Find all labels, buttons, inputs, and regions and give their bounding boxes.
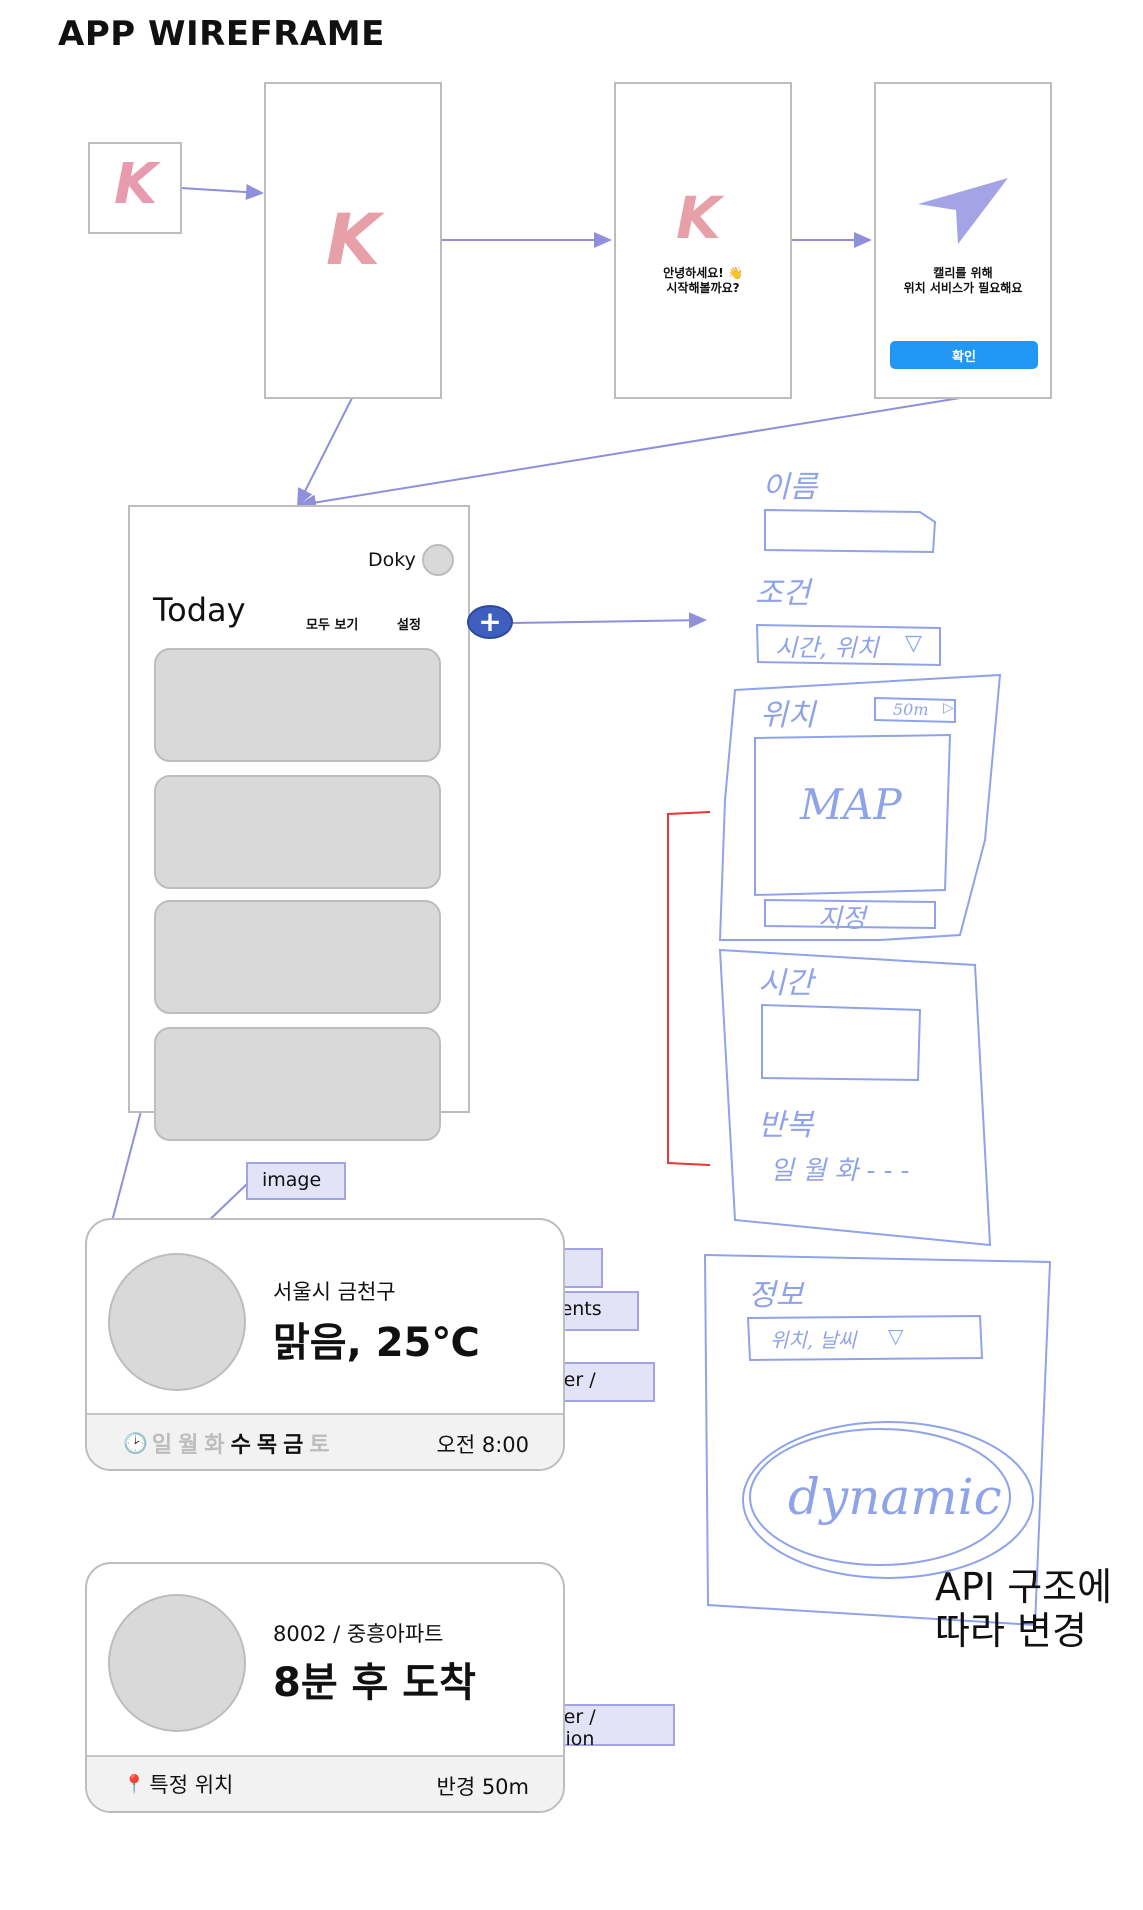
card-trigger-bar: 🕑 일 월 화 수 목 금 토 오전 8:00 — [87, 1413, 563, 1469]
card-contents: 8분 후 도착 — [273, 1660, 476, 1706]
card-image-placeholder — [108, 1253, 246, 1391]
sketch-location-label: 위치 — [760, 698, 816, 733]
add-button[interactable]: + — [467, 605, 513, 639]
sketch-condition-label: 조건 — [755, 576, 811, 611]
sketch-time-label: 시간 — [758, 966, 814, 1001]
pin-icon: 📍 — [123, 1773, 146, 1795]
card-trigger-bar: 📍 특정 위치 반경 50m — [87, 1755, 563, 1811]
today-card-placeholder[interactable] — [154, 900, 441, 1014]
clock-icon: 🕑 — [123, 1431, 148, 1455]
sketch-distance: 50m — [893, 700, 929, 719]
sketch-set-point: 지정 — [818, 904, 866, 934]
paper-plane-icon — [918, 178, 1008, 244]
location-trigger: 📍 특정 위치 — [123, 1769, 233, 1799]
welcome-text: 안녕하세요! 👋 시작해볼까요? — [663, 266, 743, 295]
sketch-time-box — [761, 1003, 922, 1082]
chevron-down-icon: ▽ — [888, 1324, 904, 1348]
permission-text: 캘리를 위해 위치 서비스가 필요해요 — [903, 266, 1023, 295]
day-fri: 금 — [283, 1433, 304, 1458]
today-card-placeholder[interactable] — [154, 1027, 441, 1141]
sketch-repeat-label: 반복 — [758, 1108, 814, 1143]
chevron-down-icon: ▽ — [905, 631, 922, 656]
user-name: Doky — [368, 549, 416, 571]
app-logo: K — [676, 184, 721, 252]
splash-icon-frame: K — [88, 142, 182, 234]
sketch-condition-value: 시간, 위치 — [775, 634, 879, 662]
red-bracket — [667, 811, 711, 1166]
confirm-button[interactable]: 확인 — [890, 341, 1038, 369]
sketch-info-value: 위치, 날씨 — [770, 1328, 857, 1352]
sketch-name-label: 이름 — [762, 470, 818, 505]
arrow-permission-to-home — [298, 397, 961, 511]
arrow-splash-to-logo — [180, 184, 264, 200]
splash-screen-frame: K — [264, 82, 442, 399]
sketch-dynamic: dynamic — [788, 1468, 1002, 1526]
today-heading: Today — [153, 591, 246, 629]
callout-image: image — [246, 1162, 346, 1200]
day-mon: 월 — [178, 1433, 199, 1458]
chevron-down-icon: ▷ — [943, 700, 954, 716]
sketch-name-box — [764, 508, 937, 554]
sketch-outlines — [703, 508, 1052, 1627]
arrow-logo-to-home — [297, 397, 353, 507]
view-all-link[interactable]: 모두 보기 — [306, 614, 358, 633]
location-trigger-card[interactable]: 8002 / 중흥아파트 8분 후 도착 📍 특정 위치 반경 50m — [85, 1562, 565, 1813]
app-logo: K — [326, 199, 381, 281]
trigger-radius: 반경 50m — [436, 1775, 530, 1799]
api-note: API 구조에 따라 변경 — [935, 1565, 1113, 1653]
weekday-row: 🕑 일 월 화 수 목 금 토 — [123, 1427, 336, 1459]
time-trigger-card[interactable]: 서울시 금천구 맑음, 25℃ 🕑 일 월 화 수 목 금 토 오전 8:00 — [85, 1218, 565, 1471]
sketch-map-label: MAP — [800, 780, 902, 829]
card-title: 8002 / 중흥아파트 — [273, 1622, 444, 1646]
card-contents: 맑음, 25℃ — [273, 1320, 480, 1366]
today-card-placeholder[interactable] — [154, 648, 441, 762]
app-logo: K — [114, 152, 158, 217]
arrow-add-to-form — [511, 612, 707, 629]
avatar[interactable] — [422, 544, 454, 576]
welcome-screen-frame: K 안녕하세요! 👋 시작해볼까요? — [614, 82, 792, 399]
location-trigger-label: 특정 위치 — [149, 1773, 234, 1797]
permission-screen-frame: 캘리를 위해 위치 서비스가 필요해요 확인 — [874, 82, 1052, 399]
card-title: 서울시 금천구 — [273, 1280, 396, 1304]
day-thu: 목 — [256, 1433, 278, 1458]
sketch-repeat-days: 일 월 화 - - - — [770, 1156, 910, 1186]
day-tue: 화 — [204, 1433, 225, 1458]
day-sun: 일 — [151, 1433, 173, 1458]
card-image-placeholder — [108, 1594, 246, 1732]
day-wed: 수 — [230, 1433, 251, 1458]
trigger-time: 오전 8:00 — [436, 1433, 529, 1457]
day-sat: 토 — [309, 1433, 330, 1458]
sketch-info-label: 정보 — [748, 1278, 804, 1313]
today-card-placeholder[interactable] — [154, 775, 441, 889]
settings-link[interactable]: 설정 — [397, 614, 421, 633]
